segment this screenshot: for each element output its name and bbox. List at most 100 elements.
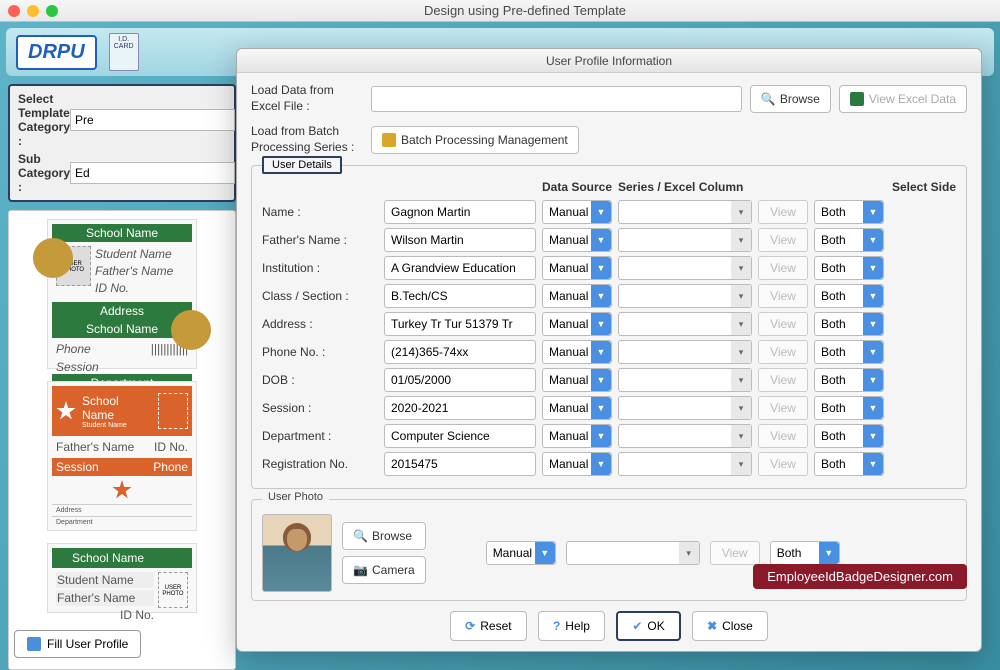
series-select[interactable]: ▾: [618, 452, 752, 476]
series-select[interactable]: ▾: [618, 368, 752, 392]
check-icon: ✔: [632, 619, 642, 633]
data-source-select[interactable]: Manual▼: [542, 452, 612, 476]
camera-button[interactable]: 📷 Camera: [342, 556, 426, 584]
side-select[interactable]: Both▼: [814, 312, 884, 336]
field-input[interactable]: [384, 284, 536, 308]
user-photo-thumbnail[interactable]: [262, 514, 332, 592]
series-select[interactable]: ▾: [618, 312, 752, 336]
refresh-icon: ⟳: [465, 619, 475, 633]
field-input[interactable]: [384, 368, 536, 392]
side-select[interactable]: Both▼: [814, 368, 884, 392]
series-select[interactable]: ▾: [618, 424, 752, 448]
view-button[interactable]: View: [758, 312, 808, 336]
excel-icon: [850, 92, 864, 106]
template-category-label: Select Template Category :: [18, 92, 70, 148]
side-select[interactable]: Both▼: [814, 396, 884, 420]
batch-processing-button[interactable]: Batch Processing Management: [371, 126, 579, 154]
star-icon: [56, 552, 68, 564]
photo-view-button[interactable]: View: [710, 541, 760, 565]
field-input[interactable]: [384, 340, 536, 364]
browse-excel-button[interactable]: 🔍 Browse: [750, 85, 831, 113]
field-label: Phone No. :: [262, 345, 378, 359]
field-row: Phone No. : Manual▼▾ViewBoth▼: [262, 340, 956, 364]
series-select[interactable]: ▾: [618, 200, 752, 224]
help-button[interactable]: ?Help: [538, 611, 605, 641]
view-button[interactable]: View: [758, 228, 808, 252]
template-list[interactable]: School Name USER PHOTO Student Name Fath…: [8, 210, 236, 670]
side-select[interactable]: Both▼: [814, 228, 884, 252]
series-select[interactable]: ▾: [618, 284, 752, 308]
view-button[interactable]: View: [758, 200, 808, 224]
side-select[interactable]: Both▼: [814, 256, 884, 280]
data-source-select[interactable]: Manual▼: [542, 228, 612, 252]
view-button[interactable]: View: [758, 284, 808, 308]
side-select[interactable]: Both▼: [814, 200, 884, 224]
template-category-select[interactable]: [70, 109, 235, 131]
close-button[interactable]: ✖Close: [692, 611, 768, 641]
field-input[interactable]: [384, 452, 536, 476]
user-photo-legend: User Photo: [262, 491, 329, 503]
excel-file-input[interactable]: [371, 86, 742, 112]
window-zoom-icon[interactable]: [46, 5, 58, 17]
photo-placeholder-icon: [158, 393, 188, 429]
side-select[interactable]: Both▼: [814, 284, 884, 308]
chevron-down-icon: ▾: [731, 369, 751, 391]
view-button[interactable]: View: [758, 424, 808, 448]
data-source-select[interactable]: Manual▼: [542, 312, 612, 336]
chevron-down-icon: ▼: [591, 453, 611, 475]
sub-category-label: Sub Category :: [18, 152, 70, 194]
view-excel-data-button[interactable]: View Excel Data: [839, 85, 967, 113]
template-thumbnail[interactable]: School Name Student Name Father's Name I…: [47, 543, 197, 613]
series-select[interactable]: ▾: [618, 340, 752, 364]
reset-button[interactable]: ⟳Reset: [450, 611, 526, 641]
view-button[interactable]: View: [758, 340, 808, 364]
photo-side-select[interactable]: Both▼: [770, 541, 840, 565]
field-input[interactable]: [384, 200, 536, 224]
field-input[interactable]: [384, 396, 536, 420]
field-input[interactable]: [384, 256, 536, 280]
data-source-select[interactable]: Manual▼: [542, 396, 612, 420]
series-select[interactable]: ▾: [618, 396, 752, 420]
side-select[interactable]: Both▼: [814, 452, 884, 476]
window-minimize-icon[interactable]: [27, 5, 39, 17]
data-source-select[interactable]: Manual▼: [542, 256, 612, 280]
photo-data-source-select[interactable]: Manual▼: [486, 541, 556, 565]
template-thumbnail[interactable]: School Name Student Name Father's Name I…: [47, 381, 197, 531]
star-icon: [56, 401, 76, 421]
data-source-select[interactable]: Manual▼: [542, 368, 612, 392]
view-button[interactable]: View: [758, 452, 808, 476]
ok-button[interactable]: ✔OK: [616, 611, 680, 641]
select-side-header: Select Side: [814, 180, 956, 194]
view-button[interactable]: View: [758, 368, 808, 392]
chevron-down-icon: ▼: [591, 397, 611, 419]
side-select[interactable]: Both▼: [814, 424, 884, 448]
field-label: Registration No.: [262, 457, 378, 471]
data-source-select[interactable]: Manual▼: [542, 200, 612, 224]
idcard-icon: I.D. CARD: [109, 33, 139, 71]
view-button[interactable]: View: [758, 256, 808, 280]
browse-photo-button[interactable]: 🔍 Browse: [342, 522, 426, 550]
chevron-down-icon: ▼: [591, 313, 611, 335]
field-input[interactable]: [384, 312, 536, 336]
side-select[interactable]: Both▼: [814, 340, 884, 364]
chevron-down-icon: ▾: [731, 285, 751, 307]
help-icon: ?: [553, 619, 560, 633]
fill-user-profile-button[interactable]: Fill User Profile: [14, 630, 141, 658]
series-select[interactable]: ▾: [618, 228, 752, 252]
window-close-icon[interactable]: [8, 5, 20, 17]
data-source-select[interactable]: Manual▼: [542, 424, 612, 448]
sub-category-select[interactable]: [70, 162, 235, 184]
series-select[interactable]: ▾: [618, 256, 752, 280]
field-input[interactable]: [384, 424, 536, 448]
data-source-select[interactable]: Manual▼: [542, 340, 612, 364]
data-source-select[interactable]: Manual▼: [542, 284, 612, 308]
template-thumbnail[interactable]: School Name USER PHOTO Student Name Fath…: [47, 219, 197, 369]
search-icon: 🔍: [353, 529, 367, 543]
chevron-down-icon: ▼: [863, 397, 883, 419]
photo-series-select[interactable]: ▾: [566, 541, 700, 565]
field-label: Name :: [262, 205, 378, 219]
window-titlebar: Design using Pre-defined Template: [0, 0, 1000, 22]
field-input[interactable]: [384, 228, 536, 252]
view-button[interactable]: View: [758, 396, 808, 420]
category-box: Select Template Category : Sub Category …: [8, 84, 236, 202]
